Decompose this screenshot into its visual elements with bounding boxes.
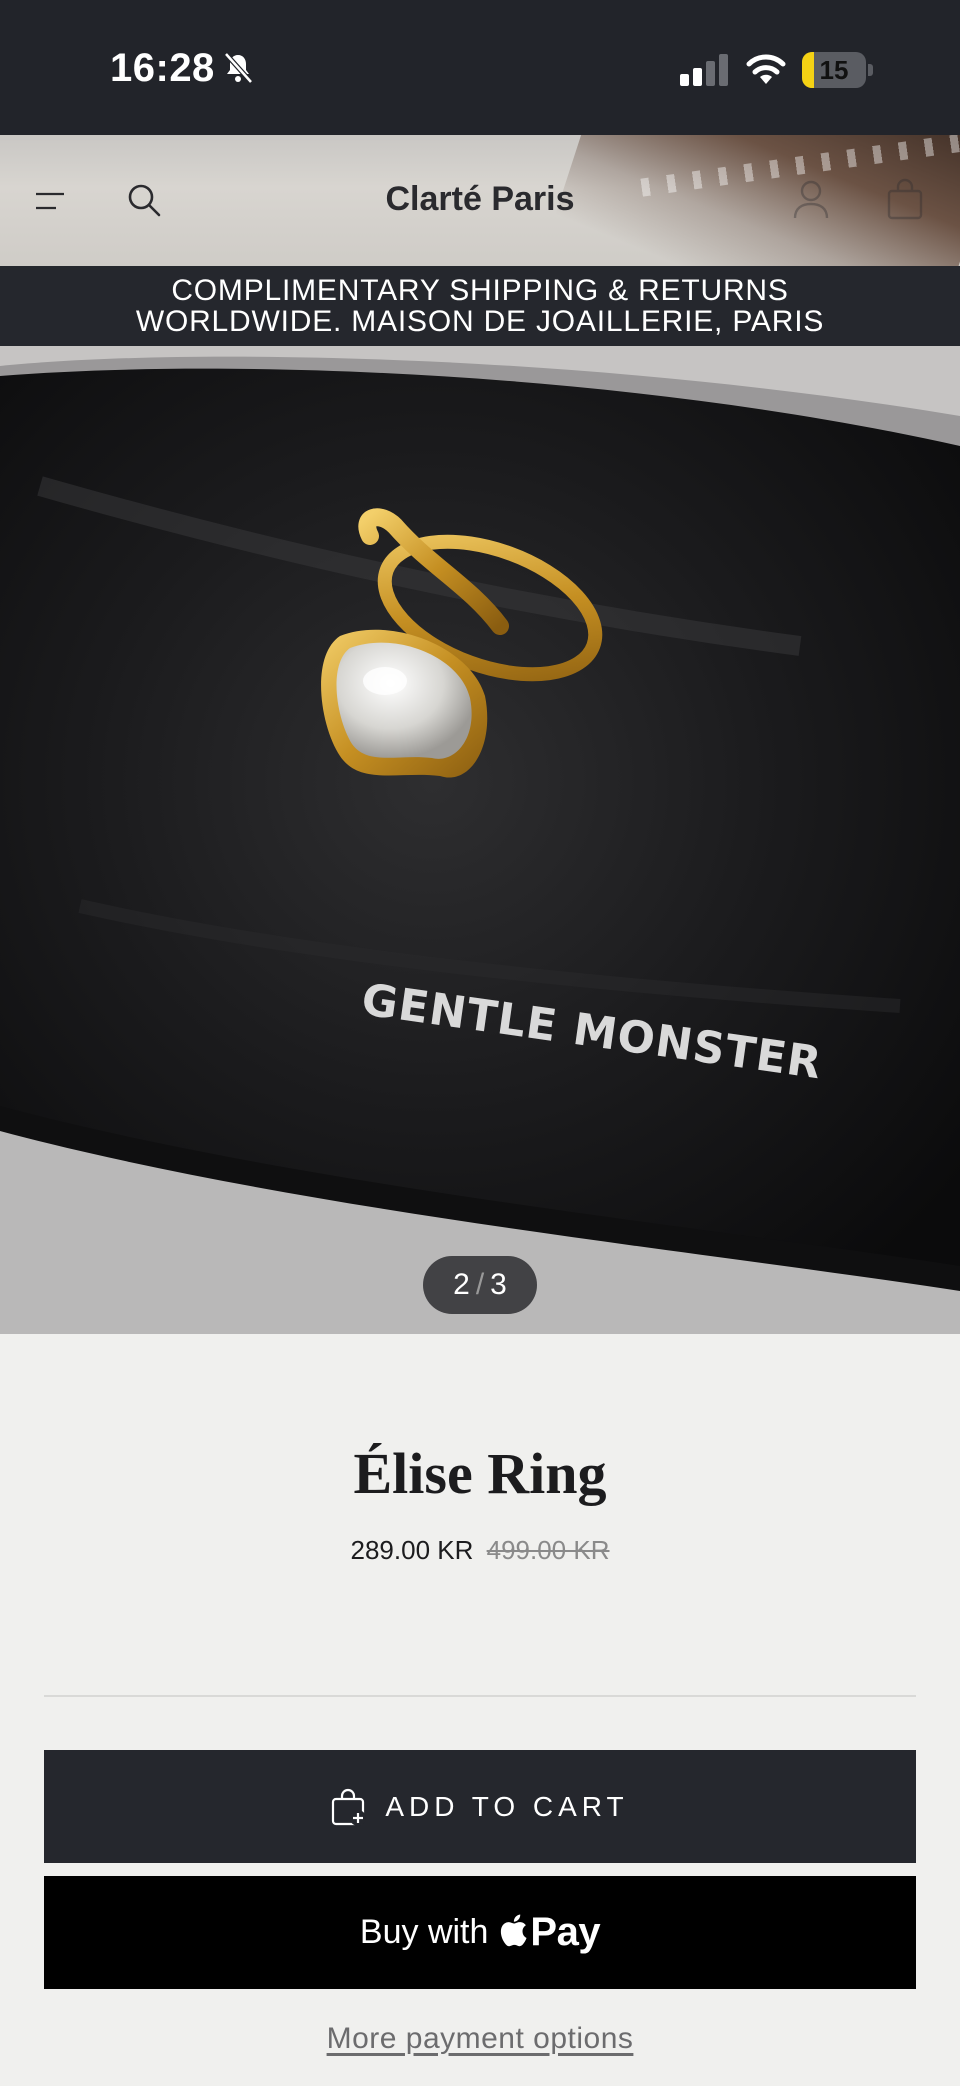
buy-with-label: Buy with — [359, 1913, 489, 1951]
announcement-bar: COMPLIMENTARY SHIPPING & RETURNS WORLDWI… — [0, 266, 960, 346]
apple-pay-button[interactable]: Buy with Pay — [44, 1876, 916, 1989]
pager-total: 3 — [490, 1268, 507, 1301]
pager-current: 2 — [453, 1268, 470, 1301]
product-prices: 289.00 KR 499.00 KR — [0, 1535, 960, 1566]
bell-slash-icon — [224, 52, 253, 84]
status-bar: 16:28 15 — [0, 0, 960, 135]
cart-icon[interactable] — [886, 178, 924, 220]
apple-logo-icon — [501, 1914, 528, 1946]
pager-separator: / — [475, 1268, 485, 1301]
wifi-icon — [746, 54, 786, 84]
announcement-line-2: WORLDWIDE. MAISON DE JOAILLERIE, PARIS — [135, 305, 825, 338]
sale-price: 289.00 KR — [350, 1535, 474, 1565]
product-title: Élise Ring — [353, 1441, 607, 1506]
account-icon[interactable] — [792, 178, 830, 220]
more-payment-options-link[interactable]: More payment options — [327, 2022, 634, 2055]
more-payment-options: More payment options — [0, 2022, 960, 2056]
battery-level: 15 — [819, 55, 849, 85]
compare-at-price: 499.00 KR — [486, 1535, 610, 1565]
announcement-line-1: COMPLIMENTARY SHIPPING & RETURNS — [171, 274, 789, 307]
pay-brand-label: Pay — [530, 1910, 601, 1954]
product-image-gallery[interactable]: GENTLE MONSTER 2/3 — [0, 346, 960, 1334]
add-to-cart-button[interactable]: ADD TO CART — [44, 1750, 916, 1863]
product-photo — [0, 346, 960, 1334]
battery-icon: 15 — [802, 52, 873, 88]
divider — [44, 1695, 916, 1697]
gallery-pager: 2/3 — [423, 1256, 537, 1314]
status-time: 16:28 — [110, 46, 215, 90]
cellular-signal-icon — [680, 54, 728, 86]
bag-plus-icon — [332, 1788, 367, 1826]
add-to-cart-label: ADD TO CART — [385, 1790, 629, 1822]
